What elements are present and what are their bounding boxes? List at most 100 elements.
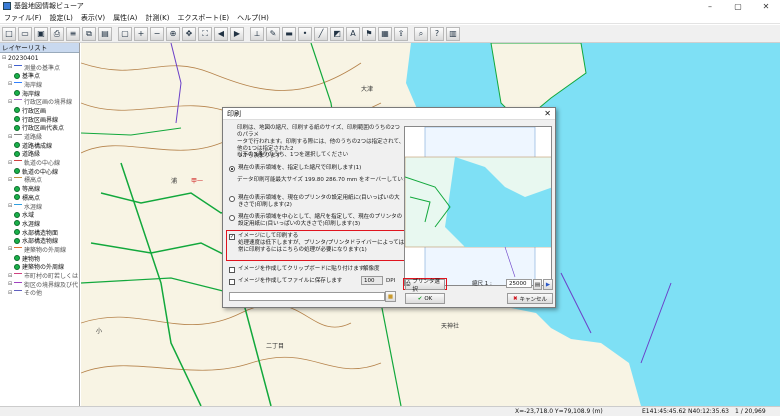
- visibility-toggle-icon[interactable]: [14, 116, 20, 123]
- layer-root[interactable]: ⊟ 20230401: [2, 54, 79, 63]
- layer-item[interactable]: 行政区画: [2, 106, 79, 115]
- layer-group[interactable]: ⊟ 海岸線: [2, 80, 79, 89]
- measure-button[interactable]: ⟂: [250, 26, 264, 41]
- export-button[interactable]: ⇪: [394, 26, 408, 41]
- layer-item[interactable]: 行政区画代表点: [2, 124, 79, 132]
- layer-item[interactable]: 海岸線: [2, 89, 79, 98]
- visibility-toggle-icon[interactable]: [14, 255, 20, 262]
- visibility-toggle-icon[interactable]: [14, 194, 20, 201]
- checkbox[interactable]: [229, 279, 235, 285]
- visibility-toggle-icon[interactable]: [14, 263, 20, 270]
- help-button[interactable]: ?: [430, 26, 444, 41]
- option-1-radio[interactable]: 現在の表示領域を、指定した縮尺で印刷します(1): [229, 165, 361, 172]
- grid-button[interactable]: ▦: [378, 26, 392, 41]
- visibility-toggle-icon[interactable]: [14, 168, 20, 175]
- area-button[interactable]: ◩: [330, 26, 344, 41]
- maximize-button[interactable]: ▢: [724, 0, 752, 12]
- print-button[interactable]: ⎙: [50, 26, 64, 41]
- label-button[interactable]: A: [346, 26, 360, 41]
- layer-group[interactable]: ⊟ 標高点: [2, 176, 79, 185]
- layer-item[interactable]: 水涯線: [2, 219, 79, 228]
- full-extent-button[interactable]: ⛶: [198, 26, 212, 41]
- ok-button[interactable]: ✔ OK: [405, 293, 445, 304]
- layer-group[interactable]: ⊟ 軌道の中心線: [2, 158, 79, 168]
- pen-button[interactable]: ✎: [266, 26, 280, 41]
- visibility-toggle-icon[interactable]: [14, 220, 20, 227]
- clipboard-checkbox[interactable]: イメージを作成してクリップボードに貼り付けます(: [229, 266, 366, 273]
- layer-item[interactable]: 道路縁: [2, 150, 79, 158]
- menu-measure[interactable]: 計測(K): [141, 13, 173, 23]
- point-button[interactable]: •: [298, 26, 312, 41]
- visibility-toggle-icon[interactable]: [14, 237, 20, 244]
- visibility-toggle-icon[interactable]: [14, 142, 20, 149]
- layer-group[interactable]: ⊟ 道路縁: [2, 132, 79, 142]
- option-3-radio[interactable]: 現在の表示領域を中心として、縮尺を指定して、現在のプリンタの 設定用紙に(目いっぱ…: [229, 214, 402, 228]
- layer-group[interactable]: ⊟ 市町村の町若しくは: [2, 271, 79, 281]
- checkbox[interactable]: ✓: [229, 234, 235, 240]
- resolution-field[interactable]: 100: [361, 276, 383, 285]
- menu-settings[interactable]: 設定(L): [46, 13, 77, 23]
- paste-button[interactable]: ▤: [98, 26, 112, 41]
- layer-group[interactable]: ⊟ 行政区画の境界線: [2, 97, 79, 107]
- file-save-checkbox[interactable]: イメージを作成してファイルに保存します: [229, 278, 342, 285]
- close-button[interactable]: ✕: [752, 0, 780, 12]
- visibility-toggle-icon[interactable]: [14, 72, 20, 79]
- image-print-checkbox[interactable]: ✓ イメージにして印刷する 処理速度は低下しますが、プリンタ/プリンタドライバー…: [229, 233, 415, 254]
- printer-select-button[interactable]: ⎙ プリンタ選択: [405, 279, 445, 293]
- visibility-toggle-icon[interactable]: [14, 211, 20, 218]
- layer-group[interactable]: ⊟ 街区の境界線及び代: [2, 280, 79, 289]
- new-button[interactable]: □: [2, 26, 16, 41]
- menu-attribute[interactable]: 属性(A): [109, 13, 141, 23]
- visibility-toggle-icon[interactable]: [14, 90, 20, 97]
- visibility-toggle-icon[interactable]: [14, 229, 20, 236]
- menu-export[interactable]: エクスポート(E): [173, 13, 233, 23]
- menu-file[interactable]: ファイル(F): [0, 13, 46, 23]
- layer-item[interactable]: 等高線: [2, 184, 79, 193]
- dialog-close-button[interactable]: ✕: [544, 108, 551, 120]
- scale-apply-button[interactable]: ▶: [543, 279, 553, 290]
- cancel-button[interactable]: ✖ キャンセル: [507, 293, 553, 304]
- layer-item[interactable]: 軌道の中心線: [2, 167, 79, 176]
- layer-button[interactable]: ≡: [66, 26, 80, 41]
- pan-button[interactable]: ✥: [182, 26, 196, 41]
- radio-button[interactable]: [229, 215, 235, 221]
- visibility-toggle-icon[interactable]: [14, 107, 20, 114]
- layer-item[interactable]: 水部構造物線: [2, 236, 79, 245]
- forward-button[interactable]: ▶: [230, 26, 244, 41]
- open-button[interactable]: ▭: [18, 26, 32, 41]
- minimize-button[interactable]: –: [696, 0, 724, 12]
- checkbox[interactable]: [229, 267, 235, 273]
- option-2-radio[interactable]: 現在の表示領域を、現在のプリンタの設定用紙に(目いっぱいの大 きさで)印刷します(…: [229, 195, 400, 209]
- file-path-input[interactable]: [229, 292, 385, 301]
- zoom-area-button[interactable]: ⊕: [166, 26, 180, 41]
- layer-item[interactable]: 水域: [2, 210, 79, 219]
- layer-item[interactable]: 水部構造物面: [2, 228, 79, 237]
- window-button[interactable]: ▥: [446, 26, 460, 41]
- scale-dropdown-button[interactable]: ▤: [533, 279, 542, 290]
- select-button[interactable]: ▢: [118, 26, 132, 41]
- copy-button[interactable]: ⧉: [82, 26, 96, 41]
- visibility-toggle-icon[interactable]: [14, 124, 20, 131]
- layer-item[interactable]: 道路構成線: [2, 141, 79, 150]
- flag-button[interactable]: ⚑: [362, 26, 376, 41]
- save-button[interactable]: ▣: [34, 26, 48, 41]
- layer-group[interactable]: ⊟ 建築物の外周線: [2, 245, 79, 254]
- layer-group[interactable]: ⊟ 測量の基準点: [2, 63, 79, 72]
- layer-group[interactable]: ⊟ 水涯線: [2, 202, 79, 211]
- menu-help[interactable]: ヘルプ(H): [233, 13, 273, 23]
- zoom-out-button[interactable]: −: [150, 26, 164, 41]
- layer-item[interactable]: 建築物の外周線: [2, 263, 79, 271]
- line-button[interactable]: ╱: [314, 26, 328, 41]
- layer-group[interactable]: ⊟ その他: [2, 289, 79, 298]
- menu-view[interactable]: 表示(V): [77, 13, 109, 23]
- browse-folder-button[interactable]: ■: [385, 291, 396, 302]
- layer-item[interactable]: 行政区画界線: [2, 115, 79, 124]
- back-button[interactable]: ◀: [214, 26, 228, 41]
- zoom-in-button[interactable]: +: [134, 26, 148, 41]
- layer-item[interactable]: 基準点: [2, 71, 79, 80]
- visibility-toggle-icon[interactable]: [14, 150, 20, 157]
- search-button[interactable]: ⌕: [414, 26, 428, 41]
- layer-item[interactable]: 標高点: [2, 193, 79, 202]
- scale-input[interactable]: 25000: [506, 279, 532, 288]
- radio-button[interactable]: [229, 196, 235, 202]
